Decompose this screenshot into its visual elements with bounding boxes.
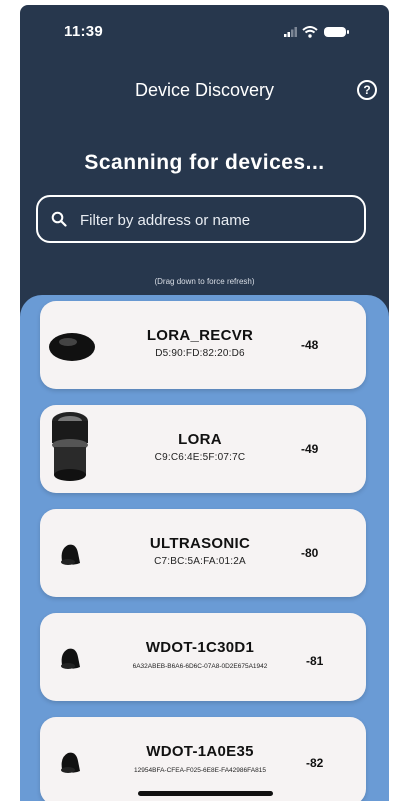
- search-input[interactable]: [78, 208, 352, 232]
- scanning-status: Scanning for devices...: [84, 151, 325, 174]
- search-field[interactable]: [36, 195, 366, 243]
- device-rssi: -48: [301, 338, 319, 352]
- sensor-device-icon: [61, 648, 80, 669]
- page-title: Device Discovery: [134, 80, 275, 100]
- home-indicator[interactable]: [138, 791, 273, 796]
- help-icon[interactable]: ?: [357, 80, 377, 100]
- device-rssi: -82: [306, 756, 324, 770]
- device-rssi: -81: [306, 654, 324, 668]
- device-name: WDOT-1A0E35: [146, 743, 254, 760]
- sensor-device-icon: [61, 752, 80, 773]
- device-card[interactable]: ULTRASONIC C7:BC:5A:FA:01:2A -80: [40, 509, 366, 597]
- device-card[interactable]: LORA_RECVR D5:90:FD:82:20:D6 -48: [40, 301, 366, 389]
- device-list[interactable]: LORA_RECVR D5:90:FD:82:20:D6 -48 LORA C9…: [20, 295, 389, 801]
- device-address: D5:90:FD:82:20:D6: [155, 348, 245, 359]
- cylinder-speaker-icon: [52, 412, 88, 481]
- device-address: 6A32ABEB-B6A6-6D6C-07A8-0D2E675A1942: [132, 663, 268, 670]
- device-name: WDOT-1C30D1: [145, 639, 255, 656]
- status-bar: 11:39: [20, 23, 389, 43]
- device-rssi: -49: [301, 442, 319, 456]
- round-puck-icon: [49, 333, 95, 361]
- wifi-icon: [302, 26, 318, 38]
- status-time: 11:39: [64, 23, 104, 40]
- cellular-signal-icon: [284, 27, 297, 37]
- sensor-device-icon: [61, 544, 80, 565]
- device-address: C9:C6:4E:5F:07:7C: [154, 452, 246, 463]
- device-name: LORA_RECVR: [146, 327, 254, 344]
- device-address: C7:BC:5A:FA:01:2A: [154, 556, 246, 567]
- battery-icon: [324, 27, 349, 37]
- device-address: 12954BFA-CFEA-F025-6E8E-FA42986FA815: [134, 767, 266, 774]
- device-rssi: -80: [301, 546, 319, 560]
- device-card[interactable]: WDOT-1C30D1 6A32ABEB-B6A6-6D6C-07A8-0D2E…: [40, 613, 366, 701]
- device-card[interactable]: LORA C9:C6:4E:5F:07:7C -49: [40, 405, 366, 493]
- search-icon: [51, 211, 67, 227]
- refresh-hint: (Drag down to force refresh): [154, 277, 255, 286]
- app-screen: 11:39 Device Discovery ? Scanning for de…: [20, 5, 389, 801]
- device-card[interactable]: WDOT-1A0E35 12954BFA-CFEA-F025-6E8E-FA42…: [40, 717, 366, 801]
- device-name: LORA: [178, 431, 222, 448]
- device-name: ULTRASONIC: [149, 535, 251, 552]
